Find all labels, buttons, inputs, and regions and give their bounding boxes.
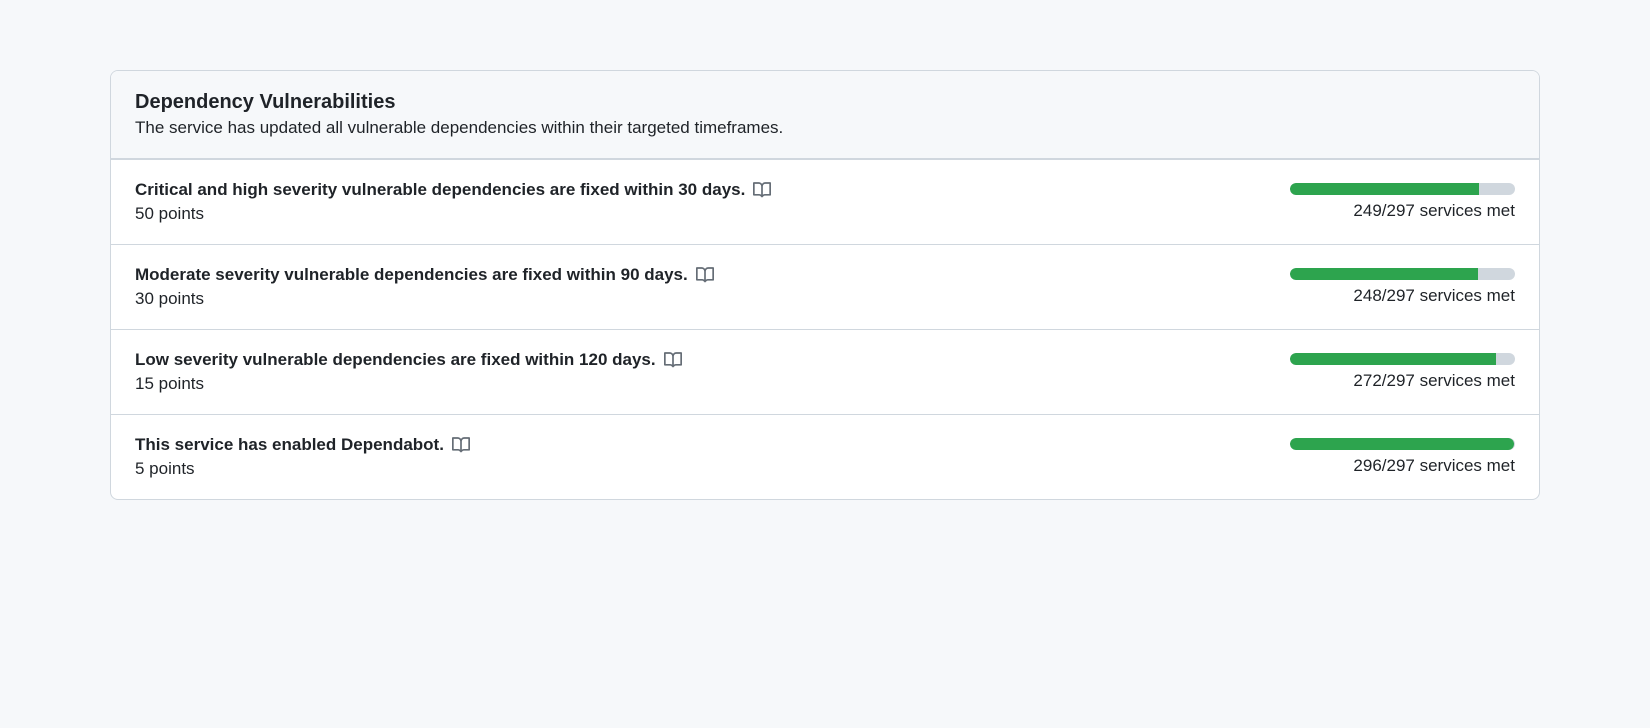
vulnerability-row: Critical and high severity vulnerable de… xyxy=(111,159,1539,244)
panel-header: Dependency Vulnerabilities The service h… xyxy=(111,71,1539,159)
vulnerability-row: This service has enabled Dependabot. 5 p… xyxy=(111,414,1539,499)
book-icon[interactable] xyxy=(753,181,771,199)
row-title: Moderate severity vulnerable dependencie… xyxy=(135,265,688,285)
progress-bar xyxy=(1290,438,1515,450)
book-icon[interactable] xyxy=(452,436,470,454)
panel-subtitle: The service has updated all vulnerable d… xyxy=(135,118,1515,138)
services-met-label: 296/297 services met xyxy=(1353,456,1515,476)
row-left: Low severity vulnerable dependencies are… xyxy=(135,350,1275,394)
progress-bar xyxy=(1290,183,1515,195)
services-met-label: 248/297 services met xyxy=(1353,286,1515,306)
row-points: 30 points xyxy=(135,289,1275,309)
row-right: 296/297 services met xyxy=(1275,438,1515,476)
progress-fill xyxy=(1290,353,1496,365)
progress-fill xyxy=(1290,268,1478,280)
row-points: 15 points xyxy=(135,374,1275,394)
row-title: Low severity vulnerable dependencies are… xyxy=(135,350,656,370)
services-met-label: 272/297 services met xyxy=(1353,371,1515,391)
row-left: Critical and high severity vulnerable de… xyxy=(135,180,1275,224)
progress-bar xyxy=(1290,353,1515,365)
progress-bar xyxy=(1290,268,1515,280)
progress-fill xyxy=(1290,183,1479,195)
book-icon[interactable] xyxy=(664,351,682,369)
services-met-label: 249/297 services met xyxy=(1353,201,1515,221)
row-right: 248/297 services met xyxy=(1275,268,1515,306)
row-right: 249/297 services met xyxy=(1275,183,1515,221)
row-left: This service has enabled Dependabot. 5 p… xyxy=(135,435,1275,479)
row-title: Critical and high severity vulnerable de… xyxy=(135,180,745,200)
dependency-vulnerabilities-panel: Dependency Vulnerabilities The service h… xyxy=(110,70,1540,500)
row-title: This service has enabled Dependabot. xyxy=(135,435,444,455)
vulnerability-row: Low severity vulnerable dependencies are… xyxy=(111,329,1539,414)
vulnerability-row: Moderate severity vulnerable dependencie… xyxy=(111,244,1539,329)
row-points: 5 points xyxy=(135,459,1275,479)
panel-title: Dependency Vulnerabilities xyxy=(135,91,1515,114)
progress-fill xyxy=(1290,438,1514,450)
book-icon[interactable] xyxy=(696,266,714,284)
row-right: 272/297 services met xyxy=(1275,353,1515,391)
row-left: Moderate severity vulnerable dependencie… xyxy=(135,265,1275,309)
row-points: 50 points xyxy=(135,204,1275,224)
